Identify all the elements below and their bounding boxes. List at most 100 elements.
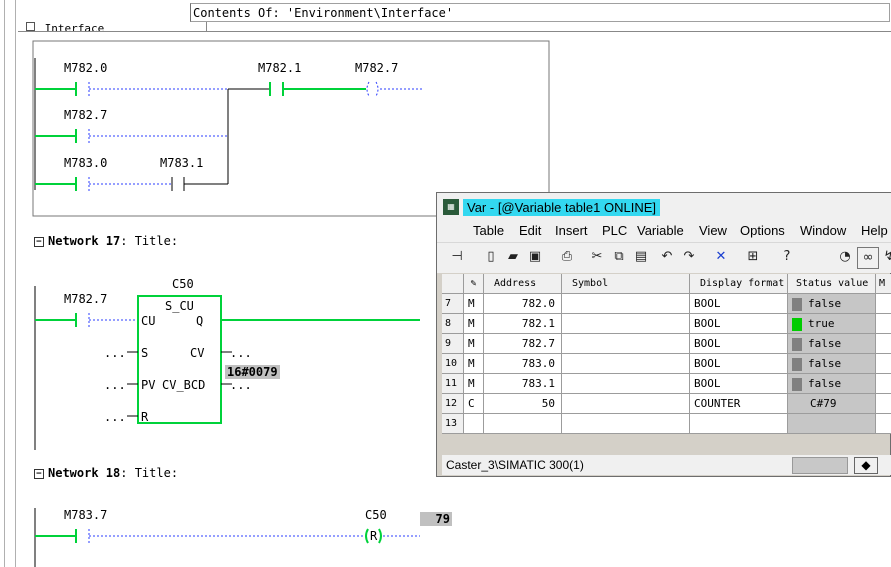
row-symbol[interactable] bbox=[562, 334, 690, 354]
row-status-value[interactable]: C#79 bbox=[788, 394, 876, 414]
row-modify-value[interactable] bbox=[876, 294, 891, 314]
menu-window[interactable]: Window bbox=[800, 223, 846, 238]
row-address-area[interactable]: M bbox=[464, 374, 484, 394]
row-modify-value[interactable] bbox=[876, 394, 891, 414]
row-symbol[interactable] bbox=[562, 354, 690, 374]
paste-icon[interactable]: ▤ bbox=[631, 247, 651, 267]
menu-insert[interactable]: Insert bbox=[555, 223, 588, 238]
row-number[interactable]: 13 bbox=[442, 414, 464, 434]
row-address[interactable]: 783.1 bbox=[484, 374, 562, 394]
status-indicator-icon bbox=[792, 337, 802, 351]
row-address-area[interactable]: M bbox=[464, 294, 484, 314]
status-text: false bbox=[808, 357, 842, 370]
cv-bcd-output-dots[interactable]: ... bbox=[230, 378, 252, 392]
new-icon[interactable]: ▯ bbox=[481, 247, 501, 267]
row-symbol[interactable] bbox=[562, 294, 690, 314]
var-window-titlebar[interactable]: ▦ Var - [@Variable table1 ONLINE] bbox=[437, 193, 891, 221]
network-17-title-suffix: : Title: bbox=[120, 234, 179, 248]
cv-output-dots[interactable]: ... bbox=[230, 346, 252, 360]
row-address[interactable]: 782.1 bbox=[484, 314, 562, 334]
row-symbol[interactable] bbox=[562, 394, 690, 414]
glasses-icon[interactable]: ∞ bbox=[857, 247, 879, 269]
row-modify-value[interactable] bbox=[876, 354, 891, 374]
menu-edit[interactable]: Edit bbox=[519, 223, 541, 238]
cut-icon[interactable]: ✂ bbox=[587, 247, 607, 267]
status-text: true bbox=[808, 317, 835, 330]
col-status-value[interactable]: Status value bbox=[788, 274, 876, 294]
row-status-value[interactable]: false bbox=[788, 374, 876, 394]
row-modify-value[interactable] bbox=[876, 334, 891, 354]
row-number[interactable]: 7 bbox=[442, 294, 464, 314]
menu-plc[interactable]: PLC bbox=[602, 223, 627, 238]
trigger-icon[interactable]: ↯ bbox=[879, 247, 891, 267]
network-17-header[interactable]: − Network 17: Title: bbox=[34, 234, 178, 248]
delete-icon[interactable]: ✕ bbox=[711, 247, 731, 267]
row-modify-value[interactable] bbox=[876, 314, 891, 334]
menu-table[interactable]: Table bbox=[473, 223, 504, 238]
row-status-value[interactable]: false bbox=[788, 354, 876, 374]
row-status-value[interactable]: false bbox=[788, 294, 876, 314]
row-address-area[interactable] bbox=[464, 414, 484, 434]
row-symbol[interactable] bbox=[562, 414, 690, 434]
row-display-format[interactable]: COUNTER bbox=[690, 394, 788, 414]
row-display-format[interactable]: BOOL bbox=[690, 294, 788, 314]
row-symbol[interactable] bbox=[562, 374, 690, 394]
collapse-icon[interactable]: − bbox=[34, 236, 44, 247]
network-18-header[interactable]: − Network 18: Title: bbox=[34, 466, 178, 480]
menu-help[interactable]: Help bbox=[861, 223, 888, 238]
row-display-format[interactable]: BOOL bbox=[690, 374, 788, 394]
row-number[interactable]: 10 bbox=[442, 354, 464, 374]
col-display-format[interactable]: Display format bbox=[690, 274, 788, 294]
counter-label: C50 bbox=[172, 277, 194, 291]
menu-variable[interactable]: Variable bbox=[637, 223, 684, 238]
row-display-format[interactable] bbox=[690, 414, 788, 434]
row-display-format[interactable]: BOOL bbox=[690, 354, 788, 374]
row-status-value[interactable]: true bbox=[788, 314, 876, 334]
row-status-value[interactable]: false bbox=[788, 334, 876, 354]
col-symbol[interactable]: Symbol bbox=[562, 274, 690, 294]
monitor-icon[interactable]: ◔ bbox=[835, 247, 855, 267]
network-icon[interactable]: ⊞ bbox=[743, 247, 763, 267]
row-modify-value[interactable] bbox=[876, 374, 891, 394]
row-number[interactable]: 9 bbox=[442, 334, 464, 354]
row-address[interactable] bbox=[484, 414, 562, 434]
copy-icon[interactable]: ⧉ bbox=[609, 247, 629, 267]
row-address-area[interactable]: C bbox=[464, 394, 484, 414]
collapse-icon[interactable]: − bbox=[34, 468, 44, 479]
row-address[interactable]: 783.0 bbox=[484, 354, 562, 374]
undo-icon[interactable]: ↶ bbox=[657, 247, 677, 267]
row-number[interactable]: 12 bbox=[442, 394, 464, 414]
save-icon[interactable]: ▣ bbox=[525, 247, 545, 267]
help-pointer-icon[interactable]: ? bbox=[777, 247, 797, 267]
variable-grid[interactable]: ✎ Address Symbol Display format Status v… bbox=[442, 274, 891, 434]
row-number[interactable]: 8 bbox=[442, 314, 464, 334]
cv-bcd-status-value: 16#0079 bbox=[225, 365, 280, 379]
pin-icon[interactable]: ⊣ bbox=[447, 247, 467, 267]
menu-options[interactable]: Options bbox=[740, 223, 785, 238]
network-18-title-suffix: : Title: bbox=[120, 466, 179, 480]
s-input-dots[interactable]: ... bbox=[104, 346, 126, 360]
pv-input-dots[interactable]: ... bbox=[104, 378, 126, 392]
row-modify-value[interactable] bbox=[876, 414, 891, 434]
r-input-dots[interactable]: ... bbox=[104, 410, 126, 424]
row-number[interactable]: 11 bbox=[442, 374, 464, 394]
col-address[interactable]: Address bbox=[484, 274, 562, 294]
row-address[interactable]: 782.0 bbox=[484, 294, 562, 314]
open-icon[interactable]: ▰ bbox=[503, 247, 523, 267]
row-address-area[interactable]: M bbox=[464, 314, 484, 334]
row-display-format[interactable]: BOOL bbox=[690, 334, 788, 354]
counter-status-value: 79 bbox=[420, 512, 452, 526]
col-modify[interactable]: M bbox=[876, 274, 891, 294]
row-display-format[interactable]: BOOL bbox=[690, 314, 788, 334]
var-window-title: Var - [@Variable table1 ONLINE] bbox=[463, 199, 661, 216]
redo-icon[interactable]: ↷ bbox=[679, 247, 699, 267]
row-address-area[interactable]: M bbox=[464, 334, 484, 354]
row-address[interactable]: 50 bbox=[484, 394, 562, 414]
row-address-area[interactable]: M bbox=[464, 354, 484, 374]
variable-table-window[interactable]: ▦ Var - [@Variable table1 ONLINE] Table … bbox=[436, 192, 891, 477]
row-symbol[interactable] bbox=[562, 314, 690, 334]
print-icon[interactable]: ⎙ bbox=[557, 247, 577, 267]
row-status-value[interactable] bbox=[788, 414, 876, 434]
row-address[interactable]: 782.7 bbox=[484, 334, 562, 354]
menu-view[interactable]: View bbox=[699, 223, 727, 238]
